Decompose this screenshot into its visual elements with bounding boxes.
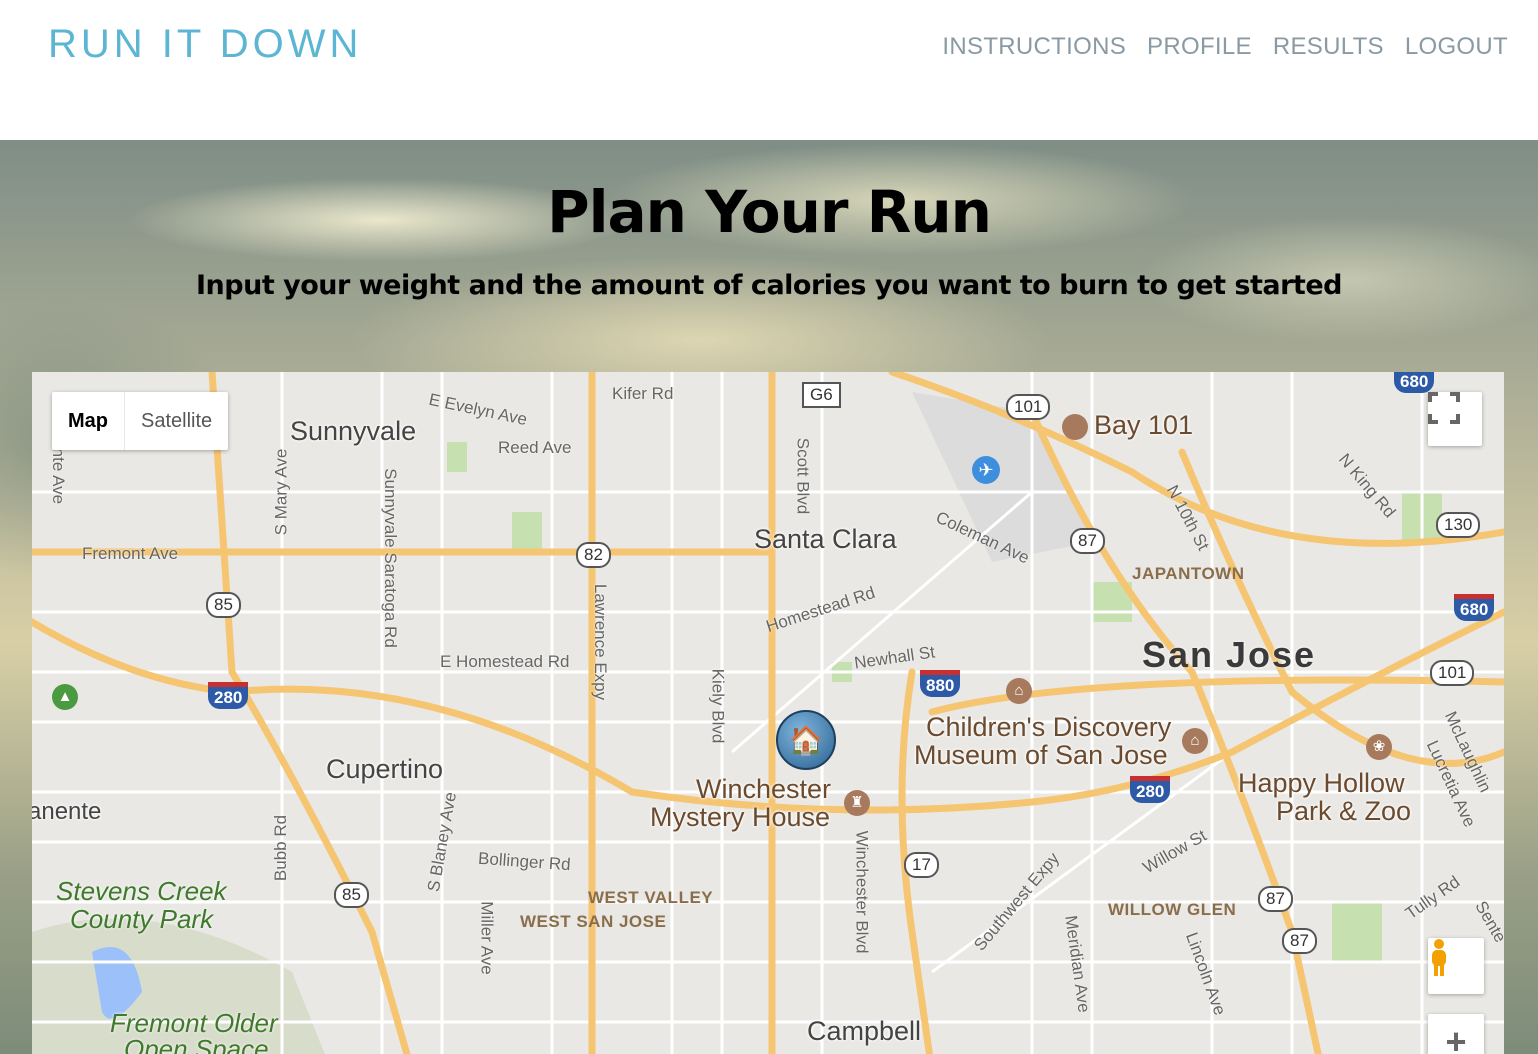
zoo-icon[interactable]: ❀ [1366, 734, 1392, 760]
park-label: Open Space [124, 1034, 269, 1054]
home-marker-icon[interactable]: 🏠 [776, 710, 836, 770]
park-tree-icon[interactable]: ▲ [52, 684, 78, 710]
highway-marker: 85 [206, 592, 241, 618]
highway-marker: 101 [1006, 394, 1051, 420]
nav-results[interactable]: RESULTS [1273, 33, 1384, 61]
google-map[interactable]: Sunnyvale Santa Clara Cupertino Campbell… [32, 372, 1504, 1054]
fullscreen-button[interactable] [1428, 392, 1482, 446]
highway-marker: 87 [1070, 528, 1105, 554]
pegman-icon [1432, 939, 1446, 976]
highway-marker: 130 [1436, 512, 1481, 538]
city-santa-clara: Santa Clara [754, 524, 897, 554]
interstate-shield: 280 [208, 682, 249, 709]
interstate-shield: 680 [1454, 594, 1495, 621]
street-label: Sunnyvale Saratoga Rd [380, 468, 400, 648]
fullscreen-icon [1428, 392, 1460, 424]
city-cupertino: Cupertino [326, 754, 444, 784]
street-label: E Homestead Rd [440, 652, 570, 671]
city-sunnyvale: Sunnyvale [290, 416, 417, 446]
district-label: WILLOW GLEN [1108, 900, 1237, 919]
hero-section: Plan Your Run Input your weight and the … [0, 140, 1538, 1054]
district-label: JAPANTOWN [1132, 564, 1245, 583]
map-type-control: Map Satellite [52, 392, 229, 450]
highway-marker: 82 [576, 542, 611, 568]
city-campbell: Campbell [807, 1016, 922, 1046]
street-label: S Mary Ave [271, 448, 291, 536]
street-label: Fremont Ave [82, 544, 179, 563]
museum-icon[interactable]: ⌂ [1182, 728, 1208, 754]
map-roads [32, 372, 1504, 1054]
poi-label: Winchester [696, 774, 832, 804]
highway-marker: G6 [802, 382, 841, 408]
map-type-satellite-button[interactable]: Satellite [125, 392, 228, 450]
street-label: Scott Blvd [793, 437, 813, 515]
poi-label: Happy Hollow [1238, 768, 1405, 798]
main-nav: INSTRUCTIONS PROFILE RESULTS LOGOUT [942, 33, 1508, 61]
street-label: Kifer Rd [612, 384, 674, 403]
landmark-icon[interactable]: ♜ [844, 790, 870, 816]
highway-marker: 87 [1282, 928, 1317, 954]
page-subtitle: Input your weight and the amount of calo… [196, 270, 1342, 301]
district-label: WEST VALLEY [588, 888, 714, 907]
nav-instructions[interactable]: INSTRUCTIONS [942, 33, 1126, 61]
poi-label: Children's Discovery [926, 712, 1172, 742]
highway-marker: 101 [1430, 660, 1475, 686]
museum-icon[interactable]: ⌂ [1006, 678, 1032, 704]
street-label: inte Ave [49, 443, 69, 505]
street-label: Winchester Blvd [852, 830, 872, 954]
highway-marker: 85 [334, 882, 369, 908]
highway-marker: 17 [904, 852, 939, 878]
zoom-in-button[interactable]: + [1428, 1014, 1484, 1054]
page-title: Plan Your Run [547, 178, 992, 246]
street-label: Lawrence Expy [591, 583, 611, 701]
poi-label: Bay 101 [1094, 410, 1194, 440]
plus-icon: + [1445, 1021, 1467, 1054]
poi-label: Mystery House [650, 802, 831, 832]
street-label: Bubb Rd [271, 814, 291, 882]
street-label: anente [32, 798, 102, 825]
highway-marker: 87 [1258, 886, 1293, 912]
casino-icon[interactable] [1062, 414, 1088, 440]
city-san-jose: San Jose [1142, 634, 1317, 675]
district-label: WEST SAN JOSE [520, 912, 667, 931]
street-label: Reed Ave [498, 438, 572, 457]
nav-profile[interactable]: PROFILE [1147, 33, 1252, 61]
poi-label: Museum of San Jose [914, 740, 1168, 770]
interstate-shield: 680 [1394, 372, 1435, 393]
interstate-shield: 280 [1130, 776, 1171, 803]
poi-label: Park & Zoo [1276, 796, 1412, 826]
street-label: Miller Ave [477, 901, 497, 975]
map-type-map-button[interactable]: Map [52, 392, 125, 450]
top-navbar: RUN IT DOWN INSTRUCTIONS PROFILE RESULTS… [0, 0, 1538, 140]
park-label: County Park [70, 904, 214, 934]
street-label: Kiely Blvd [708, 668, 728, 744]
airport-icon[interactable]: ✈ [972, 456, 1000, 484]
park-label: Stevens Creek [56, 876, 227, 906]
interstate-shield: 880 [920, 670, 961, 697]
street-view-pegman-button[interactable] [1428, 938, 1484, 994]
nav-logout[interactable]: LOGOUT [1405, 33, 1508, 61]
brand-logo[interactable]: RUN IT DOWN [48, 22, 362, 67]
